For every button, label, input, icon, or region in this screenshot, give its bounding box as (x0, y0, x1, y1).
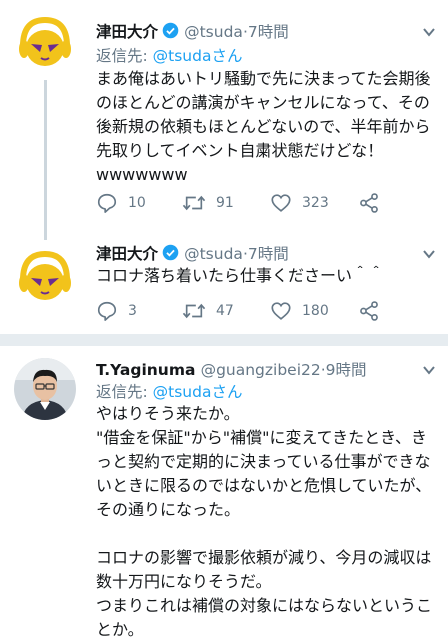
avatar[interactable] (14, 246, 76, 308)
reply-to-label: 返信先: (96, 383, 153, 401)
reply-to-mention[interactable]: @tsudaさん (153, 383, 243, 401)
avatar[interactable] (14, 358, 76, 420)
verified-badge-icon (162, 22, 179, 43)
like-button[interactable]: 323 (270, 192, 329, 214)
thread-divider (0, 334, 448, 346)
share-icon (360, 193, 378, 213)
share-button[interactable] (358, 192, 380, 214)
reply-button[interactable]: 10 (96, 192, 146, 214)
reply-count: 10 (128, 195, 146, 211)
retweet-count: 47 (216, 303, 234, 319)
retweet-button[interactable]: 91 (182, 192, 234, 214)
like-button[interactable]: 180 (270, 300, 329, 322)
headphone-logo-icon (14, 12, 76, 74)
heart-icon (271, 194, 291, 212)
timestamp[interactable]: 9時間 (326, 361, 367, 379)
tweet-1[interactable]: 津田大介 @tsuda·7時間 返信先: @tsudaさん まあ俺はあいトリ騒動… (0, 0, 448, 240)
avatar[interactable] (14, 12, 76, 74)
author-name[interactable]: 津田大介 (96, 23, 158, 41)
author-handle[interactable]: @guangzibei22 (201, 361, 321, 379)
reply-to-mention[interactable]: @tsudaさん (153, 47, 243, 65)
timestamp[interactable]: 7時間 (248, 23, 289, 41)
share-button[interactable] (358, 300, 380, 322)
thread-line (44, 80, 47, 240)
reply-count: 3 (128, 303, 137, 319)
like-count: 180 (302, 303, 329, 319)
retweet-count: 91 (216, 195, 234, 211)
tweet-text: やはりそう来たか。 "借金を保証"から"補償"に変えてきたとき、きっと契約で定期… (96, 404, 433, 639)
like-count: 323 (302, 195, 329, 211)
tweet-actions: 10 91 323 (96, 192, 426, 216)
retweet-icon (182, 195, 206, 211)
reply-button[interactable]: 3 (96, 300, 137, 322)
reply-to-label: 返信先: (96, 47, 153, 65)
tweet-2[interactable]: 津田大介 @tsuda·7時間 コロナ落ち着いたら仕事くださーい＾＾ 3 47 … (0, 236, 448, 334)
author-handle[interactable]: @tsuda (184, 245, 243, 263)
heart-icon (271, 302, 291, 320)
tweet-3[interactable]: T.Yaginuma @guangzibei22·9時間 返信先: @tsuda… (0, 346, 448, 640)
author-name[interactable]: T.Yaginuma (96, 361, 195, 379)
tweet-text: まあ俺はあいトリ騒動で先に決まってた会期後のほとんどの講演がキャンセルになって、… (96, 69, 431, 184)
timestamp[interactable]: 7時間 (248, 245, 289, 263)
chevron-down-icon[interactable] (422, 246, 436, 260)
tweet-text: コロナ落ち着いたら仕事くださーい＾＾ (96, 266, 385, 285)
reply-icon (97, 301, 117, 321)
reply-icon (97, 193, 117, 213)
headphone-logo-icon (14, 246, 76, 308)
retweet-icon (182, 303, 206, 319)
retweet-button[interactable]: 47 (182, 300, 234, 322)
share-icon (360, 301, 378, 321)
chevron-down-icon[interactable] (422, 362, 436, 376)
person-photo-icon (14, 358, 76, 420)
author-handle[interactable]: @tsuda (184, 23, 243, 41)
verified-badge-icon (162, 244, 179, 265)
chevron-down-icon[interactable] (422, 24, 436, 38)
author-name[interactable]: 津田大介 (96, 245, 158, 263)
tweet-actions: 3 47 180 (96, 300, 426, 324)
